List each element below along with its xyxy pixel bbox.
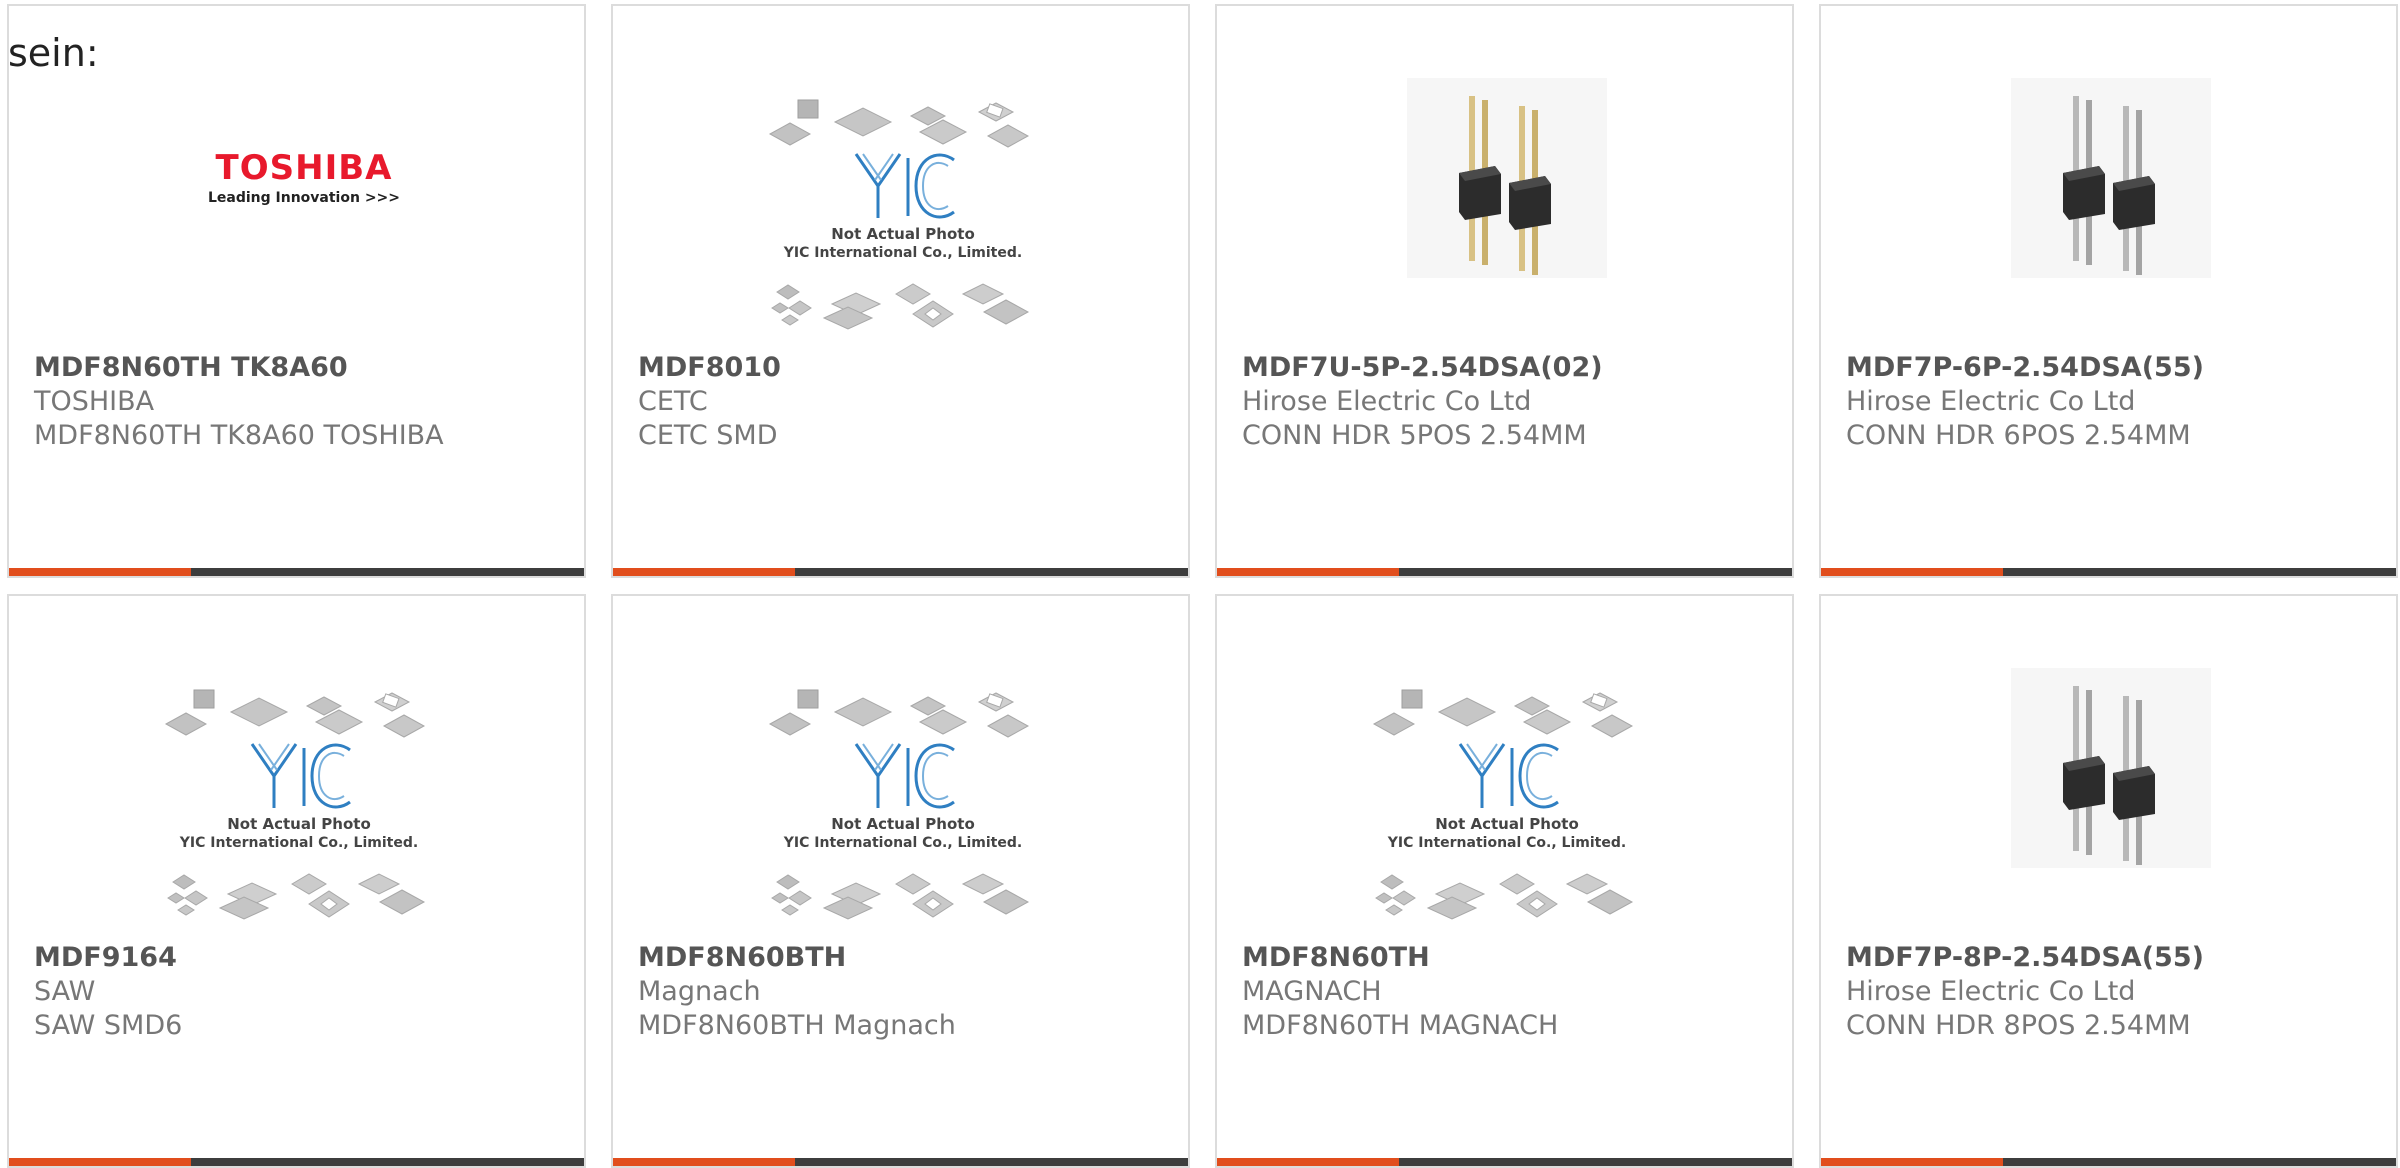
product-description: CONN HDR 6POS 2.54MM (1846, 420, 2191, 451)
product-manufacturer: MAGNACH (1242, 976, 1382, 1007)
pin-header-gold-icon (1407, 78, 1607, 278)
product-card-mdf8n60th-tk8a60[interactable]: TOSHIBA Leading Innovation >>> MDF8N60TH… (7, 4, 586, 578)
card-footer-accent (1217, 568, 1399, 576)
card-footer-accent (9, 1158, 191, 1166)
product-manufacturer: SAW (34, 976, 96, 1007)
product-card-mdf8n60th[interactable]: Not Actual Photo YIC International Co., L… (1215, 594, 1794, 1168)
product-part-number[interactable]: MDF9164 (34, 942, 177, 973)
product-manufacturer: Hirose Electric Co Ltd (1846, 386, 2136, 417)
product-card-mdf8n60bth[interactable]: Not Actual Photo YIC International Co., L… (611, 594, 1190, 1168)
product-image[interactable] (1821, 596, 2396, 936)
product-card-mdf8010[interactable]: Not Actual Photo YIC International Co., L… (611, 4, 1190, 578)
product-image[interactable]: Not Actual Photo YIC International Co., L… (613, 6, 1188, 346)
card-footer-bar (1821, 1158, 2396, 1166)
page-heading-fragment: sein: (8, 31, 99, 75)
product-image[interactable] (1217, 6, 1792, 346)
card-footer-bar (613, 568, 1188, 576)
product-description: CONN HDR 8POS 2.54MM (1846, 1010, 2191, 1041)
svg-text:YIC International Co., Limited: YIC International Co., Limited. (1387, 835, 1626, 851)
yic-placeholder-icon: Not Actual Photo YIC International Co., L… (768, 99, 1030, 330)
product-manufacturer: CETC (638, 386, 708, 417)
card-footer-accent (1821, 1158, 2003, 1166)
product-part-number[interactable]: MDF8010 (638, 352, 781, 383)
yic-placeholder-icon: Not Actual Photo YIC International Co., L… (768, 689, 1030, 920)
product-manufacturer: TOSHIBA (34, 386, 155, 417)
card-footer-accent (613, 568, 795, 576)
product-description: CETC SMD (638, 420, 778, 451)
svg-text:YIC International Co., Limited: YIC International Co., Limited. (783, 835, 1022, 851)
pin-header-silver-icon (2011, 78, 2211, 278)
svg-text:YIC International Co., Limited: YIC International Co., Limited. (783, 245, 1022, 261)
product-manufacturer: Hirose Electric Co Ltd (1242, 386, 1532, 417)
yic-placeholder-icon: Not Actual Photo YIC International Co., L… (164, 689, 426, 920)
svg-text:Not Actual Photo: Not Actual Photo (831, 225, 975, 243)
product-card-mdf9164[interactable]: Not Actual Photo YIC International Co., L… (7, 594, 586, 1168)
product-part-number[interactable]: MDF8N60TH (1242, 942, 1430, 973)
svg-text:Not Actual Photo: Not Actual Photo (1435, 815, 1579, 833)
card-footer-accent (613, 1158, 795, 1166)
toshiba-logo: TOSHIBA Leading Innovation >>> (207, 148, 401, 206)
product-description: MDF8N60TH MAGNACH (1242, 1010, 1559, 1041)
product-description: CONN HDR 5POS 2.54MM (1242, 420, 1587, 451)
product-part-number[interactable]: MDF8N60BTH (638, 942, 846, 973)
product-manufacturer: Magnach (638, 976, 761, 1007)
product-description: MDF8N60TH TK8A60 TOSHIBA (34, 420, 444, 451)
product-image[interactable]: Not Actual Photo YIC International Co., L… (1217, 596, 1792, 936)
product-part-number[interactable]: MDF7P-8P-2.54DSA(55) (1846, 942, 2204, 973)
svg-text:YIC International Co., Limited: YIC International Co., Limited. (179, 835, 418, 851)
svg-text:Not Actual Photo: Not Actual Photo (831, 815, 975, 833)
product-part-number[interactable]: MDF7P-6P-2.54DSA(55) (1846, 352, 2204, 383)
product-card-mdf7p-8p[interactable]: MDF7P-8P-2.54DSA(55) Hirose Electric Co … (1819, 594, 2398, 1168)
product-image[interactable]: Not Actual Photo YIC International Co., L… (9, 596, 584, 936)
card-footer-bar (9, 1158, 584, 1166)
card-footer-accent (9, 568, 191, 576)
product-description: MDF8N60BTH Magnach (638, 1010, 956, 1041)
product-part-number[interactable]: MDF8N60TH TK8A60 (34, 352, 348, 383)
card-footer-accent (1821, 568, 2003, 576)
product-part-number[interactable]: MDF7U-5P-2.54DSA(02) (1242, 352, 1603, 383)
card-footer-bar (613, 1158, 1188, 1166)
card-footer-bar (1217, 1158, 1792, 1166)
yic-placeholder-icon: Not Actual Photo YIC International Co., L… (1372, 689, 1634, 920)
product-card-mdf7p-6p[interactable]: MDF7P-6P-2.54DSA(55) Hirose Electric Co … (1819, 4, 2398, 578)
card-footer-bar (1217, 568, 1792, 576)
svg-text:Not Actual Photo: Not Actual Photo (227, 815, 371, 833)
product-image[interactable] (1821, 6, 2396, 346)
product-manufacturer: Hirose Electric Co Ltd (1846, 976, 2136, 1007)
card-footer-bar (1821, 568, 2396, 576)
pin-header-silver-icon (2011, 668, 2211, 868)
product-description: SAW SMD6 (34, 1010, 183, 1041)
card-footer-bar (9, 568, 584, 576)
product-image[interactable]: Not Actual Photo YIC International Co., L… (613, 596, 1188, 936)
product-card-mdf7u-5p[interactable]: MDF7U-5P-2.54DSA(02) Hirose Electric Co … (1215, 4, 1794, 578)
card-footer-accent (1217, 1158, 1399, 1166)
